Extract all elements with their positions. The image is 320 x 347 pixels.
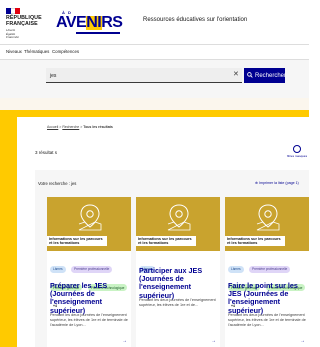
- nav-item-thematiques[interactable]: Thématiques: [24, 49, 49, 54]
- card-title[interactable]: Participer aux JES (Journées de l'enseig…: [139, 266, 219, 300]
- breadcrumb-home[interactable]: Accueil: [47, 125, 58, 129]
- card-image: Informations sur les parcours et les for…: [47, 197, 131, 251]
- nav-item-niveaux[interactable]: Niveaux: [6, 49, 22, 54]
- motto: Liberté Égalité Fraternité: [6, 28, 34, 39]
- yellow-band-left: [0, 110, 17, 347]
- nav-item-competences[interactable]: Compétences: [52, 49, 79, 54]
- main-nav: Niveaux Thématiques Compétences: [0, 44, 309, 60]
- tag: Lâmes: [50, 265, 66, 273]
- card-image: Informations sur les parcours et les for…: [225, 197, 309, 251]
- tag: Première professionnelle: [249, 265, 291, 273]
- close-icon[interactable]: ✕: [233, 70, 239, 78]
- map-pin-icon: [78, 204, 102, 231]
- tag: Lâmes: [228, 265, 244, 273]
- map-pin-icon: [256, 204, 280, 231]
- print-list-label: Imprimer la liste (page 1): [259, 181, 299, 185]
- filter-icon: [293, 145, 301, 153]
- card-description: Pendant les deux journées de l'enseignem…: [50, 313, 128, 327]
- avenirs-logo[interactable]: À D AVENIRS: [56, 10, 130, 36]
- your-search-label: Votre recherche : jes: [38, 181, 77, 186]
- filters-toggle[interactable]: filtres masqués: [285, 145, 309, 158]
- card-caption: Informations sur les parcours et les for…: [225, 236, 285, 247]
- search-icon: [247, 71, 253, 80]
- republique-line-2: FRANÇAISE: [6, 20, 38, 27]
- search-button-label: Rechercher: [255, 72, 287, 79]
- card-description: Pendant les deux journées de l'enseignem…: [139, 298, 216, 307]
- card-description: Pendant les deux journées de l'enseignem…: [228, 313, 306, 327]
- tag: Première professionnelle: [71, 265, 113, 273]
- breadcrumb-current: Tous les résultats: [83, 125, 113, 129]
- search-input[interactable]: jes: [46, 68, 242, 83]
- breadcrumb: Accueil > Recherche > Tous les résultats: [47, 125, 113, 129]
- search-button[interactable]: Rechercher: [244, 68, 287, 83]
- brand-name-right: S: [112, 14, 123, 31]
- arrow-right-icon: →: [300, 338, 305, 344]
- brand-name-mid: IR: [97, 14, 113, 31]
- card-image: Informations sur les parcours et les for…: [136, 197, 220, 251]
- brand-name-left: AVEN: [56, 14, 98, 31]
- map-pin-icon: [167, 204, 191, 231]
- filters-label: filtres masqués: [286, 154, 308, 158]
- brand-name: AVENIRS: [56, 14, 123, 32]
- site-tagline: Ressources éducatives sur l'orientation: [143, 17, 248, 23]
- breadcrumb-sep: >: [80, 125, 83, 129]
- card-caption: Informations sur les parcours et les for…: [136, 236, 196, 247]
- result-count: 3 résultat s: [35, 150, 58, 155]
- arrow-right-icon: →: [122, 338, 127, 344]
- card-title[interactable]: Préparer les JES (Journées de l'enseigne…: [50, 281, 130, 315]
- breadcrumb-search[interactable]: Recherche: [62, 125, 79, 129]
- resource-card[interactable]: Informations sur les parcours et les for…: [47, 197, 131, 347]
- french-flag-icon: [6, 8, 21, 14]
- brand-underline: [76, 32, 120, 34]
- motto-fraternite: Fraternité: [6, 35, 19, 39]
- resource-card[interactable]: Informations sur les parcours et les for…: [225, 197, 309, 347]
- site-header: RÉPUBLIQUE FRANÇAISE Liberté Égalité Fra…: [0, 0, 309, 44]
- republique-francaise-logo[interactable]: RÉPUBLIQUE FRANÇAISE Liberté Égalité Fra…: [6, 8, 42, 39]
- print-list-link[interactable]: ⊕ Imprimer la liste (page 1): [255, 181, 299, 185]
- card-title[interactable]: Faire le point sur les JES (Journées de …: [228, 281, 308, 315]
- resource-card[interactable]: Informations sur les parcours et les for…: [136, 197, 220, 347]
- card-caption: Informations sur les parcours et les for…: [47, 236, 107, 247]
- arrow-right-icon: →: [211, 338, 216, 344]
